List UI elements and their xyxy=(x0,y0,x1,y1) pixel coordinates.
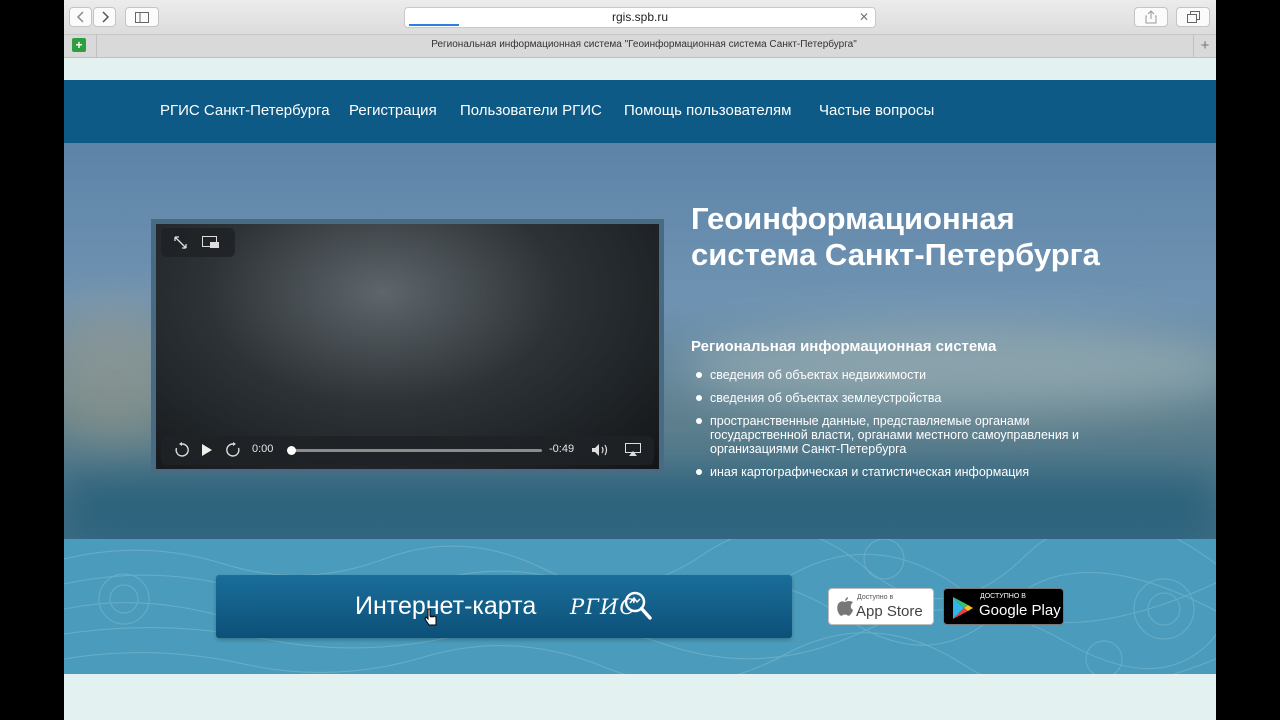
volume-icon xyxy=(592,444,608,456)
mouse-cursor-icon xyxy=(424,608,438,631)
map-button-label: Интернет-карта xyxy=(355,592,537,620)
picture-in-picture-button[interactable] xyxy=(202,236,220,254)
skip-back-15-icon xyxy=(175,442,189,457)
volume-button[interactable] xyxy=(591,443,611,462)
list-item: пространственные данные, представляемые … xyxy=(691,414,1121,456)
share-icon xyxy=(1145,10,1157,24)
app-store-badge[interactable]: Доступно в App Store xyxy=(828,588,934,625)
favicon-icon: + xyxy=(72,38,86,52)
feature-list: сведения об объектах недвижимости сведен… xyxy=(691,368,1121,488)
fullscreen-button[interactable] xyxy=(173,235,188,255)
google-play-badge[interactable]: ДОСТУПНО В Google Play xyxy=(943,588,1064,625)
bullet-icon xyxy=(696,418,702,424)
forward-button[interactable] xyxy=(93,7,116,27)
browser-window: rgis.spb.ru ✕ + Региональная информацион… xyxy=(64,0,1216,720)
video-progress-track[interactable] xyxy=(287,446,542,455)
hero-section: 0:00 -0:49 Геоинформационная система Сан… xyxy=(64,143,1216,539)
hero-title: Геоинформационная система Санкт-Петербур… xyxy=(691,201,1100,272)
google-play-label: Google Play xyxy=(979,602,1061,619)
airplay-icon xyxy=(625,443,641,456)
list-item: иная картографическая и статистическая и… xyxy=(691,465,1121,479)
google-play-icon xyxy=(952,596,974,625)
page-load-progress xyxy=(409,24,459,26)
sidebar-toggle-button[interactable] xyxy=(125,7,159,27)
list-item-text: сведения об объектах землеустройства xyxy=(710,391,942,405)
apple-icon xyxy=(836,596,854,622)
tab-bar: + Региональная информационная система "Г… xyxy=(64,35,1216,58)
list-item-text: иная картографическая и статистическая и… xyxy=(710,465,1030,479)
remaining-time: -0:49 xyxy=(549,443,575,455)
skip-forward-15-icon xyxy=(226,442,240,457)
sidebar-icon xyxy=(135,12,149,23)
page-footer xyxy=(64,674,1216,720)
airplay-button[interactable] xyxy=(625,443,641,462)
address-bar[interactable]: rgis.spb.ru ✕ xyxy=(404,7,876,28)
back-button[interactable] xyxy=(69,7,92,27)
browser-toolbar: rgis.spb.ru ✕ xyxy=(64,0,1216,35)
bullet-icon xyxy=(696,395,702,401)
nav-item-users[interactable]: Пользователи РГИС xyxy=(460,102,602,119)
video-player[interactable]: 0:00 -0:49 xyxy=(151,219,664,474)
share-button[interactable] xyxy=(1134,7,1168,27)
tabs-icon xyxy=(1186,11,1200,23)
video-top-controls xyxy=(161,228,235,257)
map-band: Интернет-карта РГИС Доступно в App Store… xyxy=(64,539,1216,674)
current-time: 0:00 xyxy=(252,443,274,455)
video-screen[interactable]: 0:00 -0:49 xyxy=(156,224,659,469)
play-icon xyxy=(202,444,212,456)
nav-item-help[interactable]: Помощь пользователям xyxy=(624,102,791,119)
magnifier-icon xyxy=(624,591,652,626)
list-item: сведения об объектах землеустройства xyxy=(691,391,1121,405)
bullet-icon xyxy=(696,469,702,475)
list-item: сведения об объектах недвижимости xyxy=(691,368,1121,382)
progress-knob[interactable] xyxy=(287,446,296,455)
google-play-small-text: ДОСТУПНО В xyxy=(980,593,1026,600)
app-store-label: App Store xyxy=(856,603,923,620)
nav-item-faq[interactable]: Частые вопросы xyxy=(819,102,934,119)
play-button[interactable] xyxy=(201,443,213,462)
internet-map-button[interactable]: Интернет-карта РГИС xyxy=(216,575,792,638)
tab-title[interactable]: Региональная информационная система "Гео… xyxy=(96,39,1192,50)
tabs-overview-button[interactable] xyxy=(1176,7,1210,27)
site-nav: РГИС Санкт-Петербурга Регистрация Пользо… xyxy=(64,80,1216,143)
fullscreen-icon xyxy=(174,236,187,249)
bullet-icon xyxy=(696,372,702,378)
url-text: rgis.spb.ru xyxy=(611,10,669,24)
nav-item-rgis[interactable]: РГИС Санкт-Петербурга xyxy=(160,102,330,119)
skip-back-button[interactable] xyxy=(174,442,190,463)
nav-item-registration[interactable]: Регистрация xyxy=(349,102,437,119)
app-store-small-text: Доступно в xyxy=(857,594,894,601)
new-tab-button[interactable]: + xyxy=(1193,35,1216,57)
chevron-left-icon xyxy=(76,11,84,23)
chevron-right-icon xyxy=(101,11,109,23)
hero-subtitle: Региональная информационная система xyxy=(691,338,997,355)
skip-forward-button[interactable] xyxy=(225,442,241,463)
stop-loading-icon[interactable]: ✕ xyxy=(859,10,869,24)
list-item-text: пространственные данные, представляемые … xyxy=(710,414,1080,456)
picture-in-picture-icon xyxy=(202,236,219,248)
list-item-text: сведения об объектах недвижимости xyxy=(710,368,927,382)
video-controls: 0:00 -0:49 xyxy=(161,436,654,465)
